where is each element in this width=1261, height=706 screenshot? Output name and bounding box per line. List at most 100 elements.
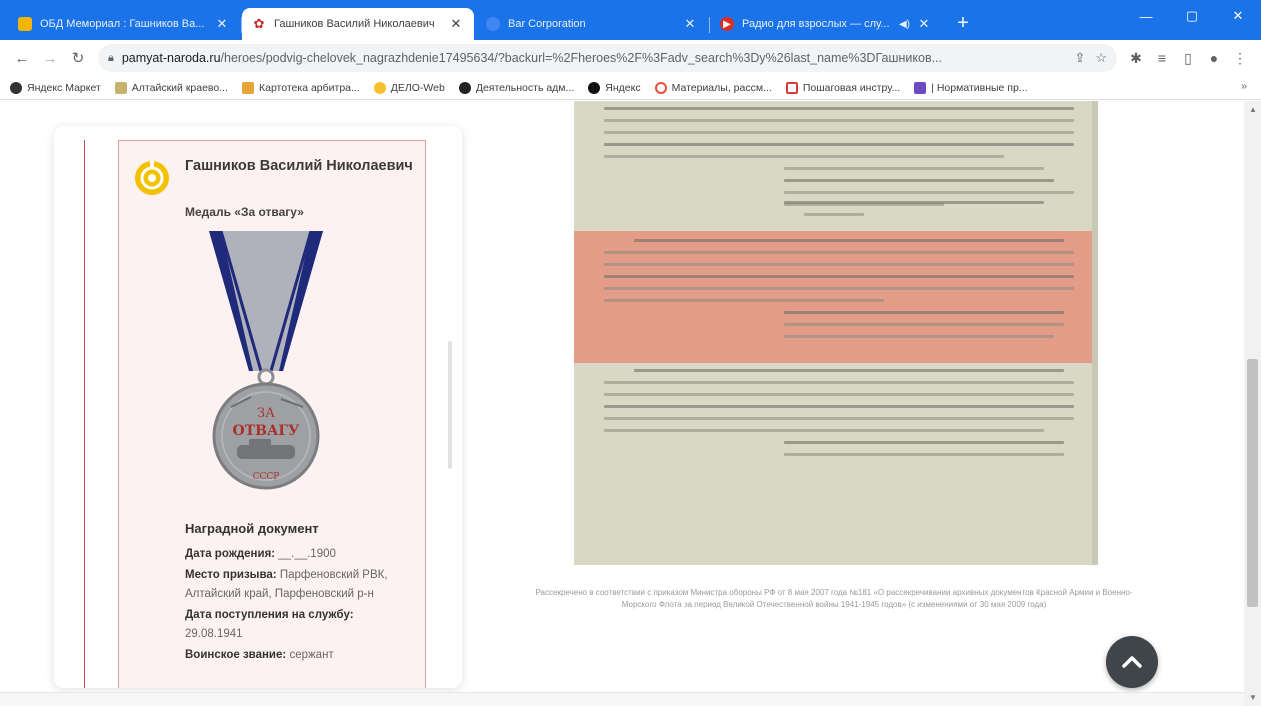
bookmark-label: ДЕЛО-Web: [390, 81, 445, 94]
close-icon[interactable]: ✕: [214, 16, 230, 32]
declassification-note: Рассекречено в соответствии с приказом М…: [535, 588, 1133, 609]
card-left-rule: [84, 140, 85, 688]
close-icon[interactable]: ✕: [916, 16, 932, 32]
memory-emblem-icon: [135, 161, 169, 195]
field-value: __.__.1900: [278, 548, 336, 560]
share-icon[interactable]: ⇪: [1074, 50, 1085, 66]
scan-text-line: [784, 453, 1064, 456]
minimize-icon[interactable]: —: [1123, 0, 1169, 32]
scroll-up-arrow-icon[interactable]: ▲: [1249, 105, 1257, 114]
menu-kebab-icon[interactable]: ⋮: [1227, 44, 1253, 72]
hero-full-name: Гашников Василий Николаевич: [185, 158, 413, 174]
medal-inscription-bottom: СССР: [253, 472, 280, 482]
window-controls: — ▢ ✕: [1123, 0, 1261, 32]
scan-text-line: [604, 143, 1074, 146]
bookmark-label: Картотека арбитра...: [258, 81, 360, 94]
bookmark-item[interactable]: Яндекс Маркет: [10, 81, 101, 94]
scan-text-line: [604, 131, 1074, 134]
field-birth-date: Дата рождения: __.__.1900: [185, 545, 421, 564]
field-label: Дата поступления на службу:: [185, 609, 354, 621]
scan-text-line: [784, 201, 1044, 204]
scan-text-line: [604, 287, 1074, 290]
award-document-scan[interactable]: [574, 101, 1098, 565]
side-panel-icon[interactable]: ▯: [1175, 44, 1201, 72]
market-icon: [10, 81, 22, 94]
speaker-icon[interactable]: ◀): [899, 19, 910, 30]
scrollbar-thumb[interactable]: [1247, 359, 1258, 607]
field-label: Воинское звание:: [185, 649, 287, 661]
bookmark-label: Яндекс: [605, 81, 641, 94]
bookmark-star-icon[interactable]: ☆: [1095, 50, 1107, 66]
back-arrow-icon[interactable]: ←: [8, 44, 36, 72]
emblem-icon: [458, 81, 471, 94]
page-viewport: Гашников Василий Николаевич Медаль «За о…: [0, 101, 1261, 706]
memorial-favicon-icon: [18, 17, 32, 31]
scan-text-line: [604, 393, 1074, 396]
scan-text-line: [634, 369, 1064, 372]
reload-icon[interactable]: ↻: [64, 44, 92, 72]
close-icon[interactable]: ✕: [448, 16, 464, 32]
materials-icon: [654, 81, 667, 94]
profile-avatar-icon[interactable]: ●: [1201, 44, 1227, 72]
delo-icon: [373, 81, 386, 94]
scan-text-line: [604, 381, 1074, 384]
radio-favicon-icon: ▶: [720, 17, 734, 31]
bookmark-item[interactable]: | Нормативные пр...: [914, 81, 1028, 94]
scan-text-line: [784, 179, 1054, 182]
close-icon[interactable]: ✕: [682, 16, 698, 32]
url-text: pamyat-naroda.ru/heroes/podvig-chelovek_…: [122, 51, 1065, 65]
scan-text-line: [604, 263, 1074, 266]
bookmark-label: | Нормативные пр...: [931, 81, 1028, 94]
scroll-down-arrow-icon[interactable]: ▼: [1249, 693, 1257, 702]
scan-text-line: [604, 155, 1004, 158]
forward-arrow-icon[interactable]: →: [36, 44, 64, 72]
field-service-date: Дата поступления на службу: 29.08.1941: [185, 606, 421, 644]
maximize-icon[interactable]: ▢: [1169, 0, 1215, 32]
bookmark-item[interactable]: Алтайский краево...: [114, 81, 228, 94]
field-label: Дата рождения:: [185, 548, 276, 560]
card-scrollbar[interactable]: [448, 341, 452, 469]
scan-text-line: [784, 167, 1044, 170]
page-footer-strip: [0, 692, 1244, 706]
tab-title: Гашников Василий Николаевич: [274, 18, 435, 30]
bookmark-item[interactable]: Материалы, рассм...: [654, 81, 772, 94]
scan-text-line: [604, 417, 1074, 420]
bookmark-item[interactable]: Деятельность адм...: [458, 81, 574, 94]
scan-text-line: [784, 323, 1064, 326]
field-value: 29.08.1941: [185, 628, 243, 640]
bookmark-item[interactable]: Яндекс: [588, 81, 641, 94]
scan-text-line: [804, 213, 864, 216]
scan-text-line: [784, 335, 1054, 338]
scroll-to-top-button[interactable]: [1106, 636, 1158, 688]
page-scrollbar[interactable]: ▲ ▼: [1244, 101, 1261, 706]
bookmark-label: Пошаговая инстру...: [802, 81, 901, 94]
award-panel: Гашников Василий Николаевич Медаль «За о…: [118, 140, 426, 688]
bookmark-label: Алтайский краево...: [131, 81, 228, 94]
award-document-title: Наградной документ: [185, 521, 319, 536]
scan-text-line: [784, 191, 1074, 194]
bookmark-item[interactable]: Картотека арбитра...: [241, 81, 360, 94]
field-label: Место призыва:: [185, 569, 277, 581]
eagle-icon: [241, 81, 254, 94]
hero-fields: Дата рождения: __.__.1900 Место призыва:…: [185, 545, 421, 667]
tab-gashnikov[interactable]: ✿ Гашников Василий Николаевич ✕: [242, 8, 474, 40]
tab-radio[interactable]: ▶ Радио для взрослых — слу... ◀) ✕: [710, 8, 942, 40]
address-bar[interactable]: 🔒︎ pamyat-naroda.ru/heroes/podvig-chelov…: [98, 44, 1117, 72]
bookmarks-overflow-icon[interactable]: »: [1241, 80, 1247, 92]
chevron-up-icon: [1122, 656, 1142, 668]
tab-bar-corporation[interactable]: Bar Corporation ✕: [476, 8, 710, 40]
field-draft-place: Место призыва: Парфеновский РВК, Алтайск…: [185, 566, 421, 604]
tab-title: ОБД Мемориал : Гашников Ва...: [40, 18, 205, 30]
extensions-icon[interactable]: ✱: [1123, 44, 1149, 72]
tab-obd-memorial[interactable]: ОБД Мемориал : Гашников Ва... ✕: [8, 8, 242, 40]
reading-list-icon[interactable]: ≡: [1149, 44, 1175, 72]
tab-title: Радио для взрослых — слу...: [742, 18, 890, 30]
new-tab-button[interactable]: +: [950, 10, 976, 36]
url-host: pamyat-naroda.ru: [121, 51, 221, 65]
award-name: Медаль «За отвагу»: [185, 205, 304, 219]
bookmark-item[interactable]: ДЕЛО-Web: [373, 81, 445, 94]
close-window-icon[interactable]: ✕: [1215, 0, 1261, 32]
bookmark-item[interactable]: Пошаговая инстру...: [785, 81, 901, 94]
scan-text-line: [604, 275, 1074, 278]
scan-text-line: [604, 251, 1074, 254]
